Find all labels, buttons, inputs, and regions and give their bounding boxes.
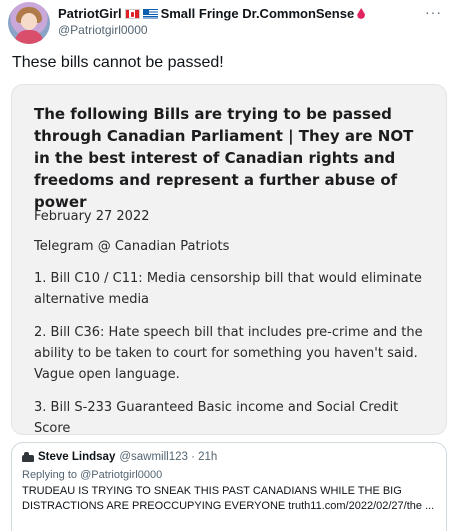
image-bill-3: 3. Bill S-233 Guaranteed Basic income an…: [34, 400, 399, 435]
image-date: February 27 2022: [34, 209, 150, 224]
replying-to[interactable]: Replying to @Patriotgirl0000: [22, 469, 162, 481]
display-name-suffix: Small Fringe Dr.CommonSense: [160, 6, 355, 21]
quoted-tweet-body: TRUDEAU IS TRYING TO SNEAK THIS PAST CAN…: [22, 485, 435, 512]
display-name-text: PatriotGirl: [58, 6, 122, 21]
image-bill-1: 1. Bill C10 / C11: Media censorship bill…: [34, 271, 422, 307]
flag-greece-icon: [142, 8, 158, 19]
image-heading: The following Bills are trying to be pas…: [34, 105, 414, 211]
avatar-face: [21, 13, 37, 30]
flag-canada-icon: [124, 8, 140, 19]
user-handle[interactable]: @Patriotgirl0000: [58, 23, 148, 37]
truck-icon: [22, 452, 34, 462]
tweet-header: PatriotGirl Small Fringe Dr.CommonSense …: [8, 2, 444, 46]
quoted-tweet-header: Steve Lindsay @sawmill123 · 21h: [22, 451, 217, 463]
image-telegram: Telegram @ Canadian Patriots: [34, 239, 230, 254]
avatar-body: [15, 30, 43, 44]
quoted-author-name[interactable]: Steve Lindsay: [38, 451, 115, 463]
more-options-icon[interactable]: ···: [425, 4, 442, 20]
image-bill-2: 2. Bill C36: Hate speech bill that inclu…: [34, 325, 423, 382]
avatar[interactable]: [8, 2, 50, 44]
quoted-tweet[interactable]: Steve Lindsay @sawmill123 · 21h Replying…: [11, 442, 447, 531]
tweet-text: These bills cannot be passed!: [12, 54, 224, 71]
quoted-author-meta: @sawmill123 · 21h: [119, 451, 218, 463]
display-name[interactable]: PatriotGirl Small Fringe Dr.CommonSense: [58, 6, 366, 21]
blood-drop-icon: [357, 8, 366, 19]
attached-image[interactable]: The following Bills are trying to be pas…: [11, 84, 447, 435]
